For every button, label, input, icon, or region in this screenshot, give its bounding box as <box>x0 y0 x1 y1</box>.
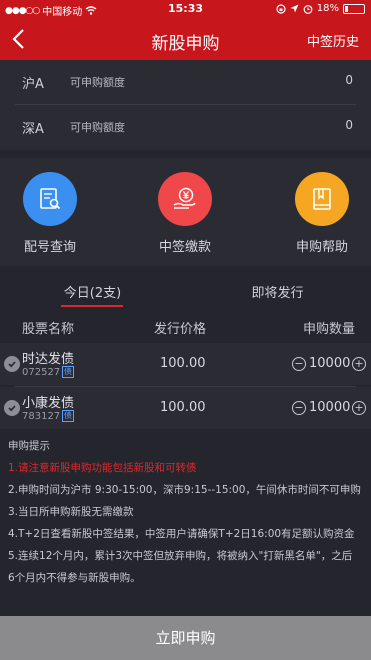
action-grid: 配号查询 中签缴款 申购帮助 <box>0 158 371 266</box>
header-issue-price: 发行价格 <box>154 322 207 337</box>
table-header: 股票名称 发行价格 申购数量 <box>0 312 371 340</box>
bond-badge: 债 <box>62 410 74 422</box>
yen-hand-icon <box>173 187 196 209</box>
quota-label: 可申购额度 <box>70 76 125 89</box>
location-icon <box>290 4 299 13</box>
minus-icon[interactable]: − <box>292 357 306 371</box>
tip-line: 1.请注意新股申购功能包括新股和可转债 <box>8 462 197 474</box>
bond-badge: 债 <box>62 366 74 378</box>
tab-today[interactable]: 今日(2支) <box>0 282 185 301</box>
lock-rotation-icon <box>276 3 286 14</box>
stock-name: 小康发债 <box>22 396 75 411</box>
table-row: 时达发债 072527 债 100.00 − 10000 + <box>0 343 371 385</box>
battery-icon <box>343 3 365 14</box>
status-right: 18% <box>276 3 365 14</box>
subscription-help-button[interactable]: 申购帮助 <box>272 172 371 258</box>
alarm-icon <box>303 4 313 14</box>
plus-icon[interactable]: + <box>352 357 366 371</box>
winning-history-link[interactable]: 中签历史 <box>307 31 359 50</box>
subscription-tips: 申购提示 1.请注意新股申购功能包括新股和可转债 2.申购时间为沪市 9:30-… <box>0 430 371 616</box>
check-icon[interactable] <box>4 400 20 416</box>
tab-bar: 今日(2支) 即将发行 <box>0 270 371 310</box>
quota-row-sz: 深A 可申购额度 0 <box>0 105 371 147</box>
quantity-value[interactable]: 10000 <box>309 400 350 415</box>
document-search-icon <box>40 188 61 210</box>
market-label: 深A <box>22 122 44 137</box>
action-label: 申购帮助 <box>295 240 348 255</box>
tip-line: 4.T+2日查看新股中签结果，中签用户请确保T+2日16:00有足额认购资金 <box>8 528 355 540</box>
allotment-query-button[interactable]: 配号查询 <box>0 172 100 258</box>
tip-line: 2.申购时间为沪市 9:30-15:00，深市9:15--15:00，午间休市时… <box>8 484 361 496</box>
status-bar: ●●●○○ 中国移动 15:33 18% <box>0 0 371 18</box>
stock-code: 072527 <box>22 367 61 378</box>
minus-icon[interactable]: − <box>292 401 306 415</box>
issue-price: 100.00 <box>160 400 206 415</box>
tips-title: 申购提示 <box>8 440 50 452</box>
plus-icon[interactable]: + <box>352 401 366 415</box>
quota-value: 0 <box>345 73 353 87</box>
stock-code: 783127 <box>22 411 61 422</box>
check-icon[interactable] <box>4 356 20 372</box>
winning-payment-button[interactable]: 中签缴款 <box>135 172 235 258</box>
quota-panel: 沪A 可申购额度 0 深A 可申购额度 0 <box>0 60 371 150</box>
action-circle <box>295 172 349 226</box>
book-icon <box>313 188 331 210</box>
tab-upcoming[interactable]: 即将发行 <box>185 282 370 301</box>
issue-price: 100.00 <box>160 356 206 371</box>
header-stock-name: 股票名称 <box>22 322 75 337</box>
quantity-value[interactable]: 10000 <box>309 356 350 371</box>
quota-label: 可申购额度 <box>70 121 125 134</box>
stock-name: 时达发债 <box>22 352 75 367</box>
quota-row-sh: 沪A 可申购额度 0 <box>0 60 371 102</box>
active-tab-indicator <box>61 305 123 307</box>
tip-line: 5.连续12个月内，累计3次中签但放弃申购，将被纳入"打新黑名单"，之后 <box>8 550 353 562</box>
action-circle <box>158 172 212 226</box>
quota-value: 0 <box>345 118 353 132</box>
header-quantity: 申购数量 <box>303 322 356 337</box>
table-row: 小康发债 783127 债 100.00 − 10000 + <box>0 387 371 429</box>
nav-bar: 新股申购 中签历史 <box>0 18 371 60</box>
tip-line: 3.当日所申购新股无需缴款 <box>8 506 134 518</box>
tip-line: 6个月内不得参与新股申购。 <box>8 572 141 584</box>
subscribe-now-button[interactable]: 立即申购 <box>0 616 371 660</box>
action-circle <box>23 172 77 226</box>
market-label: 沪A <box>22 77 44 92</box>
battery-percent: 18% <box>316 3 339 14</box>
action-label: 配号查询 <box>23 240 76 255</box>
action-label: 中签缴款 <box>158 240 211 255</box>
